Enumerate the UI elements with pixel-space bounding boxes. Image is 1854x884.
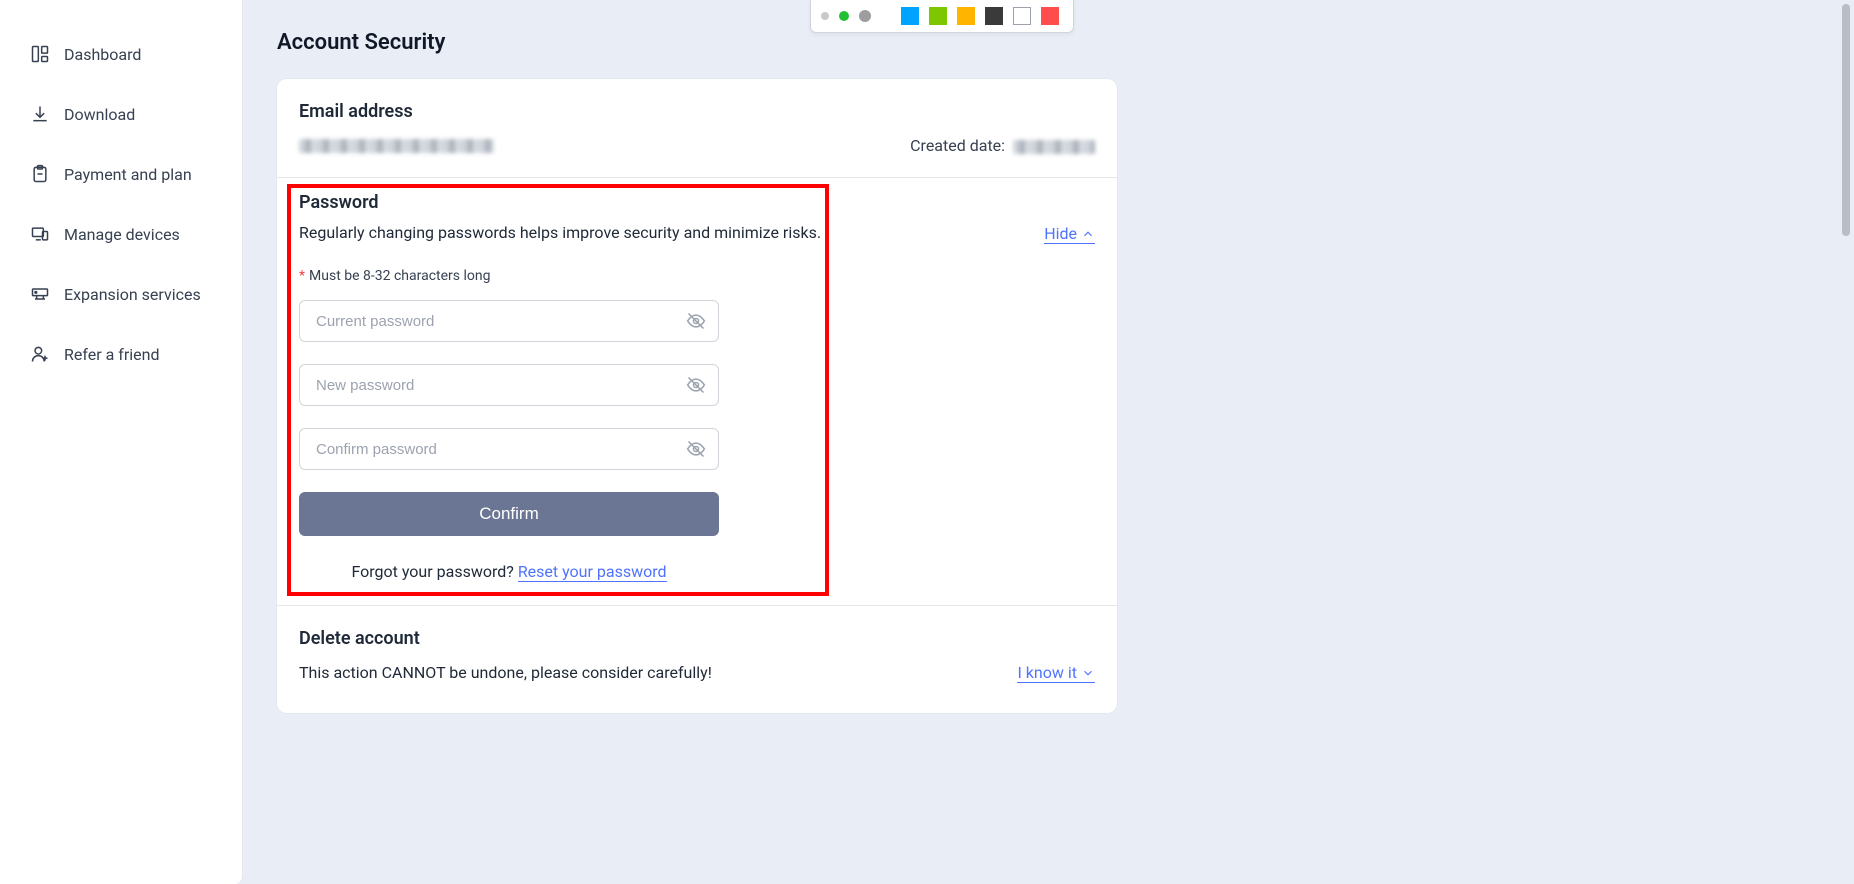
chevron-up-icon	[1081, 227, 1095, 241]
email-section: Email address Created date:	[277, 79, 1117, 178]
palette-dot-green[interactable]	[839, 11, 849, 21]
delete-section: Delete account This action CANNOT be und…	[277, 606, 1117, 713]
toggle-visibility-current[interactable]	[685, 310, 707, 332]
new-password-wrap	[299, 364, 719, 406]
devices-icon	[30, 224, 50, 244]
eye-off-icon	[686, 375, 706, 395]
page-title: Account Security	[277, 30, 1820, 55]
current-password-wrap	[299, 300, 719, 342]
delete-desc: This action CANNOT be undone, please con…	[299, 663, 712, 682]
palette-color-blue[interactable]	[901, 7, 919, 25]
palette-color-dark[interactable]	[985, 7, 1003, 25]
created-date-label: Created date:	[910, 136, 1005, 155]
iknow-toggle[interactable]: I know it	[1017, 663, 1095, 683]
palette-dot-grey[interactable]	[859, 10, 871, 22]
created-date-value-redacted	[1013, 140, 1095, 154]
sidebar-item-label: Download	[64, 105, 135, 124]
password-hint: *Must be 8-32 characters long	[299, 268, 1095, 284]
annotation-palette	[810, 0, 1074, 33]
email-value-redacted	[299, 139, 494, 153]
sidebar-item-expansion[interactable]: Expansion services	[0, 264, 242, 324]
palette-color-yellow[interactable]	[957, 7, 975, 25]
clipboard-icon	[30, 164, 50, 184]
reset-password-link[interactable]: Reset your password	[518, 562, 667, 582]
user-plus-icon	[30, 344, 50, 364]
toggle-visibility-new[interactable]	[685, 374, 707, 396]
sidebar-item-dashboard[interactable]: Dashboard	[0, 24, 242, 84]
iknow-label: I know it	[1017, 663, 1077, 682]
forgot-prefix: Forgot your password?	[351, 562, 517, 581]
chevron-down-icon	[1081, 666, 1095, 680]
sidebar-item-label: Expansion services	[64, 285, 201, 304]
sidebar-item-payment[interactable]: Payment and plan	[0, 144, 242, 204]
palette-color-red[interactable]	[1041, 7, 1059, 25]
palette-color-white[interactable]	[1013, 7, 1031, 25]
download-icon	[30, 104, 50, 124]
dashboard-icon	[30, 44, 50, 64]
password-desc: Regularly changing passwords helps impro…	[299, 223, 1044, 242]
password-heading: Password	[299, 192, 1044, 213]
required-star: *	[299, 268, 305, 284]
email-heading: Email address	[299, 101, 1095, 122]
forgot-row: Forgot your password? Reset your passwor…	[299, 562, 719, 581]
sidebar-item-devices[interactable]: Manage devices	[0, 204, 242, 264]
palette-color-green[interactable]	[929, 7, 947, 25]
sidebar-item-label: Payment and plan	[64, 165, 192, 184]
password-section: Password Regularly changing passwords he…	[277, 178, 1117, 606]
scrollbar-thumb[interactable]	[1842, 4, 1850, 236]
toggle-visibility-confirm[interactable]	[685, 438, 707, 460]
delete-heading: Delete account	[299, 628, 1095, 649]
hide-toggle[interactable]: Hide	[1044, 224, 1095, 244]
sidebar: Dashboard Download Payment and plan Mana…	[0, 0, 243, 884]
eye-off-icon	[686, 311, 706, 331]
current-password-input[interactable]	[299, 300, 719, 342]
sidebar-item-label: Manage devices	[64, 225, 180, 244]
palette-dot-grey-small[interactable]	[821, 12, 829, 20]
sidebar-item-download[interactable]: Download	[0, 84, 242, 144]
sidebar-item-refer[interactable]: Refer a friend	[0, 324, 242, 384]
confirm-password-input[interactable]	[299, 428, 719, 470]
created-date-container: Created date:	[910, 136, 1095, 155]
sidebar-item-label: Refer a friend	[64, 345, 159, 364]
eye-off-icon	[686, 439, 706, 459]
confirm-password-wrap	[299, 428, 719, 470]
new-password-input[interactable]	[299, 364, 719, 406]
server-icon	[30, 284, 50, 304]
confirm-button[interactable]: Confirm	[299, 492, 719, 536]
settings-card: Email address Created date: Password Reg…	[277, 79, 1117, 713]
hide-label: Hide	[1044, 224, 1077, 243]
main-content: Account Security Email address Created d…	[243, 0, 1854, 884]
sidebar-item-label: Dashboard	[64, 45, 141, 64]
scrollbar[interactable]	[1842, 4, 1852, 684]
